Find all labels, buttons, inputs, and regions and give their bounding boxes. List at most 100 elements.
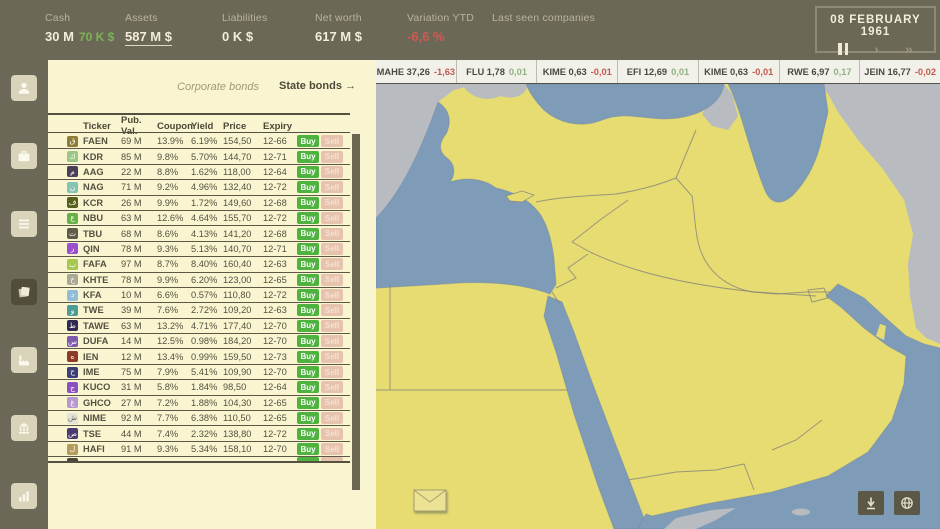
bond-row[interactable]: تTBU68 M8.6%4.13%141,2012-68BuySell (48, 226, 350, 241)
ticker-quote[interactable]: MAHE 37,26-1,63 (376, 60, 457, 83)
bond-expiry: 12-71 (263, 152, 295, 162)
bond-row[interactable]: طTAWE63 M13.2%4.71%177,4012-70BuySell (48, 319, 350, 334)
sell-button[interactable]: Sell (321, 428, 343, 440)
sell-button[interactable]: Sell (321, 228, 343, 240)
play-button[interactable]: › (874, 43, 879, 55)
bond-yield: 0.99% (191, 352, 221, 362)
sell-button[interactable]: Sell (321, 212, 343, 224)
bond-row[interactable]: شNIME92 M7.7%6.38%110,5012-65BuySell (48, 411, 350, 426)
bond-row[interactable]: سDUFA14 M12.5%0.98%184,2012-70BuySell (48, 334, 350, 349)
ticker-quote[interactable]: KIME 0,63-0,01 (699, 60, 780, 83)
buy-button[interactable]: Buy (297, 258, 319, 270)
column-header: Expiry (263, 121, 295, 132)
sell-button[interactable]: Sell (321, 274, 343, 286)
buy-button[interactable]: Buy (297, 197, 319, 209)
buy-button[interactable]: Buy (297, 397, 319, 409)
bonds-scrollbar[interactable] (352, 115, 360, 529)
buy-button[interactable]: Buy (297, 428, 319, 440)
bond-row[interactable]: خKHTE78 M9.9%6.20%123,0012-65BuySell (48, 273, 350, 288)
stat-value-text[interactable]: 587 M $ (125, 29, 172, 46)
bond-row[interactable]: جKUCO31 M5.8%1.84%98,5012-64BuySell (48, 380, 350, 395)
globe-button[interactable] (894, 491, 920, 515)
bond-row[interactable]: نNAG71 M9.2%4.96%132,4012-72BuySell (48, 180, 350, 195)
bond-row[interactable]: حIME75 M7.9%5.41%109,9012-70BuySell (48, 365, 350, 380)
bond-row[interactable]: قFAEN69 M13.9%6.19%154,5012-66BuySell (48, 134, 350, 149)
bond-row[interactable]: كKDR85 M9.8%5.70%144,7012-71BuySell (48, 149, 350, 164)
sell-button[interactable]: Sell (321, 243, 343, 255)
buy-button[interactable]: Buy (297, 274, 319, 286)
buy-button[interactable]: Buy (297, 228, 319, 240)
buy-button[interactable]: Buy (297, 151, 319, 163)
sell-button[interactable]: Sell (321, 197, 343, 209)
sell-button[interactable]: Sell (321, 412, 343, 424)
sell-button[interactable]: Sell (321, 381, 343, 393)
buy-button[interactable]: Buy (297, 212, 319, 224)
bond-row[interactable]: غGHCO27 M7.2%1.88%104,3012-65BuySell (48, 396, 350, 411)
sidebar-item-bonds[interactable] (11, 279, 37, 305)
buy-button[interactable]: Buy (297, 443, 319, 455)
fast-forward-button[interactable]: » (905, 43, 913, 55)
sidebar-item-markets[interactable] (11, 483, 37, 509)
buy-button[interactable]: Buy (297, 335, 319, 347)
buy-button[interactable]: Buy (297, 351, 319, 363)
map-area[interactable] (376, 84, 940, 529)
sell-button[interactable]: Sell (321, 151, 343, 163)
sidebar-item-bank[interactable] (11, 415, 37, 441)
ticker-quote[interactable]: FLU 1,780,01 (457, 60, 538, 83)
buy-button[interactable]: Buy (297, 381, 319, 393)
sidebar-item-management[interactable] (11, 75, 37, 101)
ticker-quote[interactable]: EFI 12,690,01 (618, 60, 699, 83)
sell-button[interactable]: Sell (321, 166, 343, 178)
sell-button[interactable]: Sell (321, 304, 343, 316)
ticker-quote[interactable]: RWE 6,970,17 (780, 60, 861, 83)
state-bonds-link[interactable]: State bonds → (279, 80, 356, 92)
bond-row[interactable]: دKFA10 M6.6%0.57%110,8012-72BuySell (48, 288, 350, 303)
bond-price: 140,70 (223, 244, 261, 254)
buy-button[interactable]: Buy (297, 412, 319, 424)
buy-button[interactable]: Buy (297, 181, 319, 193)
bond-row[interactable]: فKCR26 M9.9%1.72%149,6012-68BuySell (48, 196, 350, 211)
bond-row[interactable]: هIEN12 M13.4%0.99%159,5012-73BuySell (48, 349, 350, 364)
sell-button[interactable]: Sell (321, 351, 343, 363)
buy-button[interactable]: Buy (297, 166, 319, 178)
sell-button[interactable]: Sell (321, 258, 343, 270)
sidebar-item-portfolio[interactable] (11, 143, 37, 169)
sell-button[interactable]: Sell (321, 366, 343, 378)
sell-button[interactable]: Sell (321, 135, 343, 147)
middle-east-map[interactable] (376, 84, 940, 529)
bond-pub-val: 71 M (121, 182, 155, 192)
bond-row[interactable]: رQIN78 M9.3%5.13%140,7012-71BuySell (48, 242, 350, 257)
bond-row[interactable]: لHAFI91 M9.3%5.34%158,1012-70BuySell (48, 442, 350, 457)
sell-button[interactable]: Sell (321, 335, 343, 347)
ticker-symbol-price: MAHE 37,26 (377, 67, 430, 77)
sell-button[interactable]: Sell (321, 320, 343, 332)
sell-button[interactable]: Sell (321, 397, 343, 409)
bond-expiry: 12-64 (263, 382, 295, 392)
company-icon: م (67, 166, 78, 177)
bond-row[interactable]: عNBU63 M12.6%4.64%155,7012-72BuySell (48, 211, 350, 226)
sell-button[interactable]: Sell (321, 181, 343, 193)
sidebar-item-news[interactable] (11, 211, 37, 237)
sidebar-item-industries[interactable] (11, 347, 37, 373)
ticker-quote[interactable]: JEIN 16,77-0,02 (860, 60, 940, 83)
buy-button (297, 457, 319, 463)
messages-button[interactable] (413, 489, 447, 512)
bond-row[interactable]: وTWE39 M7.6%2.72%109,2012-63BuySell (48, 303, 350, 318)
buy-button[interactable]: Buy (297, 289, 319, 301)
sell-button[interactable]: Sell (321, 289, 343, 301)
buy-button[interactable]: Buy (297, 135, 319, 147)
buy-button[interactable]: Buy (297, 243, 319, 255)
buy-button[interactable]: Buy (297, 320, 319, 332)
bond-row[interactable]: بFAFA97 M8.7%8.40%160,4012-63BuySell (48, 257, 350, 272)
buy-button[interactable]: Buy (297, 366, 319, 378)
bond-ticker: TSE (83, 429, 119, 439)
locate-button[interactable] (858, 491, 884, 515)
bond-row[interactable]: مAAG22 M8.8%1.62%118,0012-64BuySell (48, 165, 350, 180)
buy-button[interactable]: Buy (297, 304, 319, 316)
bond-row[interactable]: صTSE44 M7.4%2.32%138,8012-72BuySell (48, 426, 350, 441)
pause-button[interactable] (838, 43, 848, 55)
bonds-scrollbar-thumb[interactable] (352, 134, 360, 490)
sell-button[interactable]: Sell (321, 443, 343, 455)
bond-yield: 8.40% (191, 259, 221, 269)
ticker-quote[interactable]: KIME 0,63-0,01 (537, 60, 618, 83)
